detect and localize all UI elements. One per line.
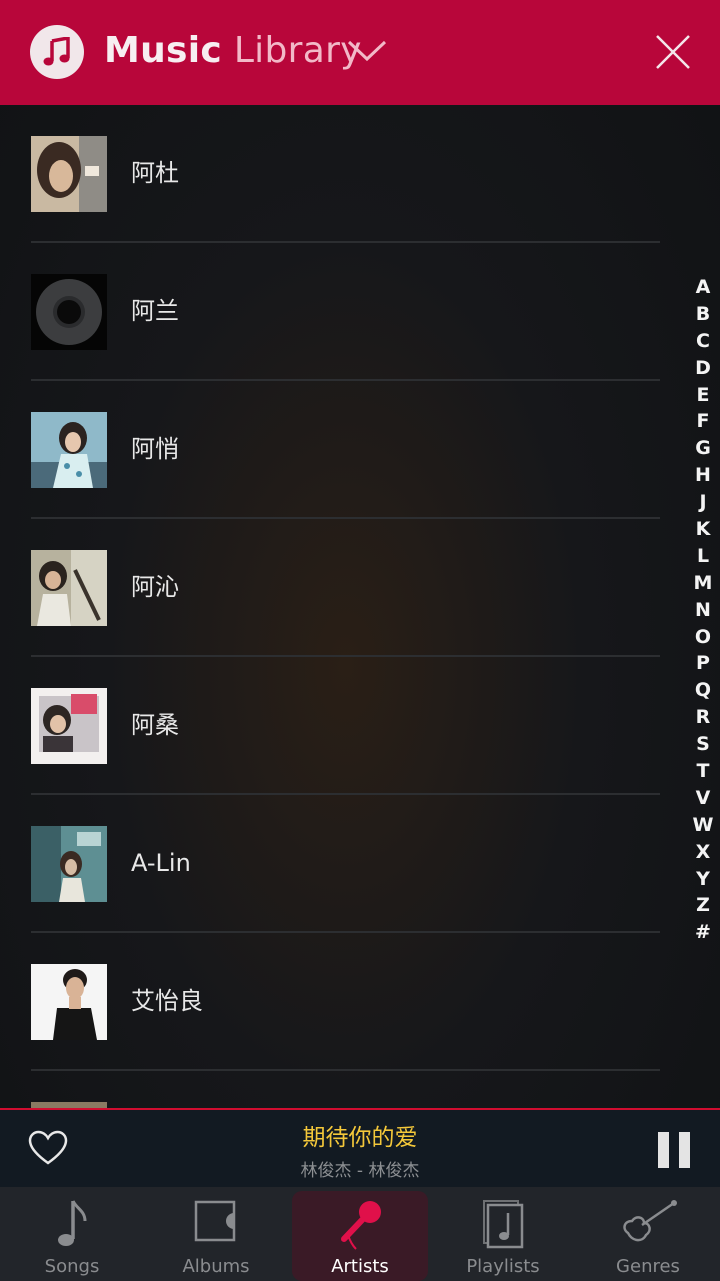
index-letter[interactable]: P (691, 650, 715, 677)
index-letter[interactable]: Q (691, 677, 715, 704)
tab-genres[interactable]: Genres (576, 1187, 720, 1281)
index-letter[interactable]: S (691, 731, 715, 758)
now-playing-bar[interactable]: 期待你的爱 林俊杰 - 林俊杰 (0, 1108, 720, 1189)
tab-albums[interactable]: Albums (144, 1187, 288, 1281)
index-letter[interactable]: J (691, 489, 715, 516)
music-note-icon (58, 1200, 87, 1246)
index-letter[interactable]: D (691, 355, 715, 382)
violin-icon (623, 1200, 677, 1242)
title-sub: Library (233, 30, 362, 71)
artist-thumbnail (31, 688, 107, 764)
alphabet-index[interactable]: A B C D E F G H J K L M N O P Q R S T V W X Y Z # (691, 274, 715, 946)
artist-name: 阿悄 (131, 435, 179, 463)
microphone-icon (341, 1201, 381, 1250)
artist-thumbnail (31, 412, 107, 488)
artist-name: 阿沁 (131, 573, 179, 601)
artist-row[interactable]: 阿桑 (0, 657, 720, 795)
music-library-logo (30, 25, 84, 79)
index-letter[interactable]: O (691, 624, 715, 651)
index-letter[interactable]: M (691, 570, 715, 597)
index-letter[interactable]: R (691, 704, 715, 731)
artist-list[interactable]: 阿杜 阿兰 阿悄 阿沁 阿桑 A-Lin 艾怡良 (0, 105, 720, 1108)
index-letter[interactable]: Y (691, 866, 715, 893)
now-playing-artist: 林俊杰 - 林俊杰 (300, 1161, 420, 1181)
index-letter[interactable]: K (691, 516, 715, 543)
index-letter[interactable]: X (691, 839, 715, 866)
index-letter[interactable]: L (691, 543, 715, 570)
artist-row[interactable]: 阿杜 (0, 105, 720, 243)
close-icon[interactable] (654, 33, 692, 71)
index-letter[interactable]: Z (691, 892, 715, 919)
index-letter[interactable]: G (691, 435, 715, 462)
artist-thumbnail (31, 136, 107, 212)
index-letter[interactable]: C (691, 328, 715, 355)
index-letter[interactable]: A (691, 274, 715, 301)
now-playing-title: 期待你的爱 (302, 1125, 418, 1151)
artist-name: A-Lin (131, 849, 191, 877)
index-letter[interactable]: T (691, 758, 715, 785)
artist-row[interactable] (0, 1071, 720, 1108)
artist-name: 阿桑 (131, 711, 179, 739)
artist-thumbnail (31, 550, 107, 626)
album-icon (194, 1200, 236, 1242)
tab-label: Songs (44, 1256, 100, 1277)
app-header: Music Library (0, 0, 720, 105)
artist-row[interactable]: 阿悄 (0, 381, 720, 519)
tab-songs[interactable]: Songs (0, 1187, 144, 1281)
tab-artists[interactable]: Artists (292, 1191, 428, 1281)
index-letter[interactable]: E (691, 382, 715, 409)
index-letter[interactable]: H (691, 462, 715, 489)
artist-name: 艾怡良 (131, 987, 203, 1015)
bottom-tab-bar: Songs Albums Artists Playlists Genres (0, 1187, 720, 1281)
artist-thumbnail (31, 826, 107, 902)
music-note-icon (43, 37, 70, 66)
artist-row[interactable]: A-Lin (0, 795, 720, 933)
index-letter[interactable]: # (691, 919, 715, 946)
tab-label: Artists (331, 1256, 389, 1277)
tab-label: Playlists (466, 1256, 540, 1277)
index-letter[interactable]: N (691, 597, 715, 624)
tab-label: Albums (182, 1256, 250, 1277)
artist-thumbnail (31, 964, 107, 1040)
pause-icon[interactable] (658, 1132, 690, 1168)
artist-thumbnail (31, 274, 107, 350)
index-letter[interactable]: F (691, 408, 715, 435)
index-letter[interactable]: W (691, 812, 715, 839)
artist-row[interactable]: 艾怡良 (0, 933, 720, 1071)
chevron-down-icon[interactable] (346, 36, 388, 64)
tab-playlists[interactable]: Playlists (431, 1187, 575, 1281)
title-main: Music (104, 30, 223, 71)
artist-name: 阿兰 (131, 297, 179, 325)
page-title[interactable]: Music Library (104, 28, 362, 74)
index-letter[interactable]: V (691, 785, 715, 812)
playlist-icon (483, 1200, 524, 1249)
index-letter[interactable]: B (691, 301, 715, 328)
artist-row[interactable]: 阿沁 (0, 519, 720, 657)
artist-name: 阿杜 (131, 159, 179, 187)
artist-row[interactable]: 阿兰 (0, 243, 720, 381)
tab-label: Genres (616, 1256, 680, 1277)
